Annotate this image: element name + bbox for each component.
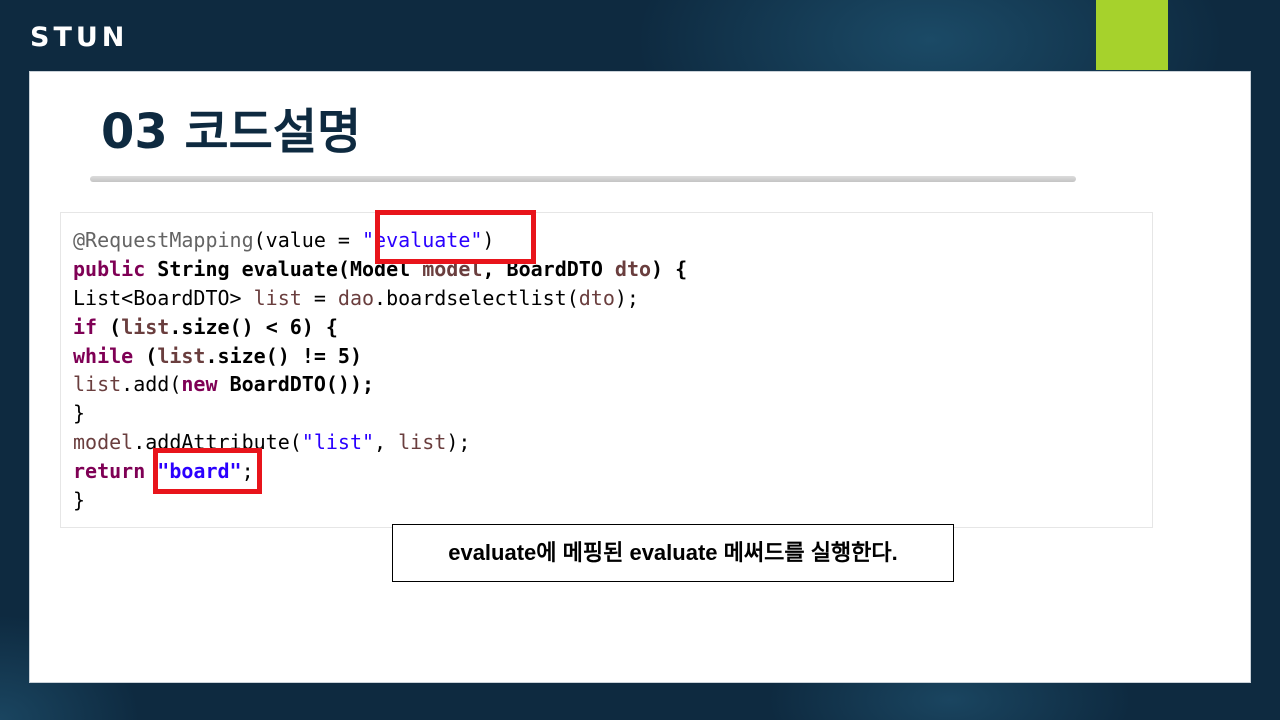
code-token: (: [133, 343, 158, 368]
caption-box: evaluate에 메핑된 evaluate 메써드를 실행한다.: [392, 524, 954, 582]
code-line: if (list.size() < 6) {: [73, 313, 687, 342]
brand-logo: STUN: [30, 22, 129, 53]
code-token: dto: [614, 256, 652, 281]
code-token: list: [253, 285, 302, 310]
code-token: list: [73, 372, 122, 397]
code-line: list.add(new BoardDTO());: [73, 370, 687, 399]
code-token: }: [73, 488, 86, 513]
code-token: }: [73, 401, 86, 426]
code-token: dto: [578, 285, 615, 310]
code-token: .add(: [121, 372, 182, 397]
code-token: .boardselectlist(: [374, 285, 579, 310]
code-token: list: [157, 343, 206, 368]
code-token: );: [614, 285, 639, 310]
code-token: ) {: [651, 256, 688, 281]
highlight-return-value: [153, 448, 262, 494]
code-token: while: [73, 343, 134, 368]
code-token: return: [73, 459, 146, 484]
code-token: (value =: [253, 228, 362, 252]
code-token: .size() < 6) {: [169, 314, 338, 339]
code-token: if: [73, 314, 98, 339]
slide-content: 03 코드설명 @RequestMapping(value = "evaluat…: [29, 71, 1251, 683]
code-token: public: [73, 256, 146, 281]
slide-title: 03 코드설명: [101, 104, 362, 160]
accent-square: [1096, 0, 1168, 70]
code-token: (: [97, 314, 122, 339]
code-token: list: [398, 430, 447, 455]
code-line: while (list.size() != 5): [73, 342, 687, 371]
code-token: String evaluate(Model: [157, 256, 411, 281]
code-token: model: [73, 430, 134, 455]
code-line: }: [73, 399, 687, 428]
code-token: BoardDTO());: [229, 372, 375, 397]
code-token: list: [121, 314, 170, 339]
code-token: "list": [301, 430, 375, 455]
code-token: );: [446, 430, 471, 455]
code-line: List<BoardDTO> list = dao.boardselectlis…: [73, 284, 687, 313]
code-token: ,: [374, 430, 399, 455]
code-token: =: [301, 285, 338, 310]
highlight-mapping-value: [375, 210, 536, 264]
title-divider: [90, 176, 1076, 182]
code-token: .size() != 5): [205, 343, 363, 368]
code-token: dao: [337, 285, 375, 310]
code-token: new: [181, 372, 218, 397]
code-token: @RequestMapping: [73, 228, 254, 252]
code-token: List<BoardDTO>: [73, 285, 254, 310]
